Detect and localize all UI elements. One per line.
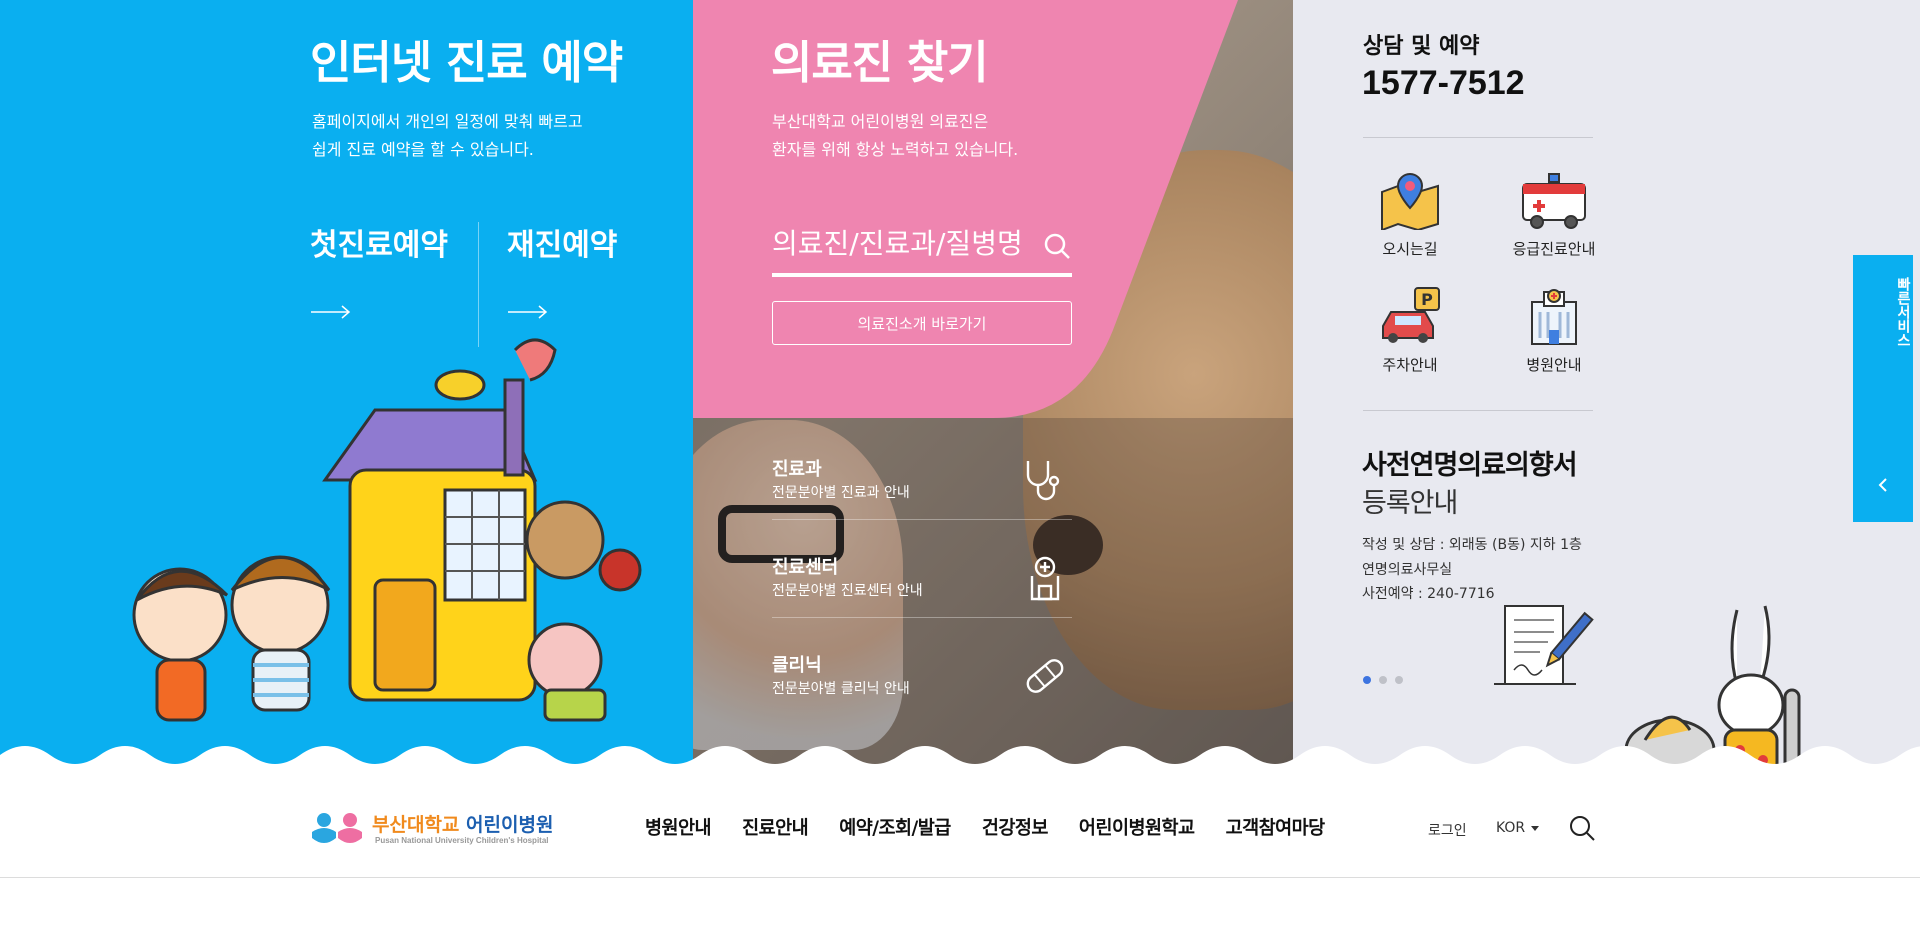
contact-phone: 1577-7512 — [1362, 64, 1525, 102]
service-divider — [772, 519, 1072, 520]
revisit-arrow-icon[interactable] — [508, 305, 548, 319]
hospital-logo[interactable]: 부산대학교 어린이병원 Pusan National University Ch… — [310, 808, 553, 852]
header-search-icon[interactable] — [1568, 814, 1596, 842]
main-nav: 병원안내 진료안내 예약/조회/발급 건강정보 어린이병원학교 고객참여마당 — [645, 814, 1325, 840]
online-reservation-panel: 인터넷 진료 예약 홈페이지에서 개인의 일정에 맞춰 빠르고 쉽게 진료 예약… — [0, 0, 693, 780]
nav-customer[interactable]: 고객참여마당 — [1226, 814, 1326, 840]
online-reservation-desc-1: 홈페이지에서 개인의 일정에 맞춰 빠르고 — [312, 112, 583, 131]
login-link[interactable]: 로그인 — [1428, 820, 1467, 840]
advance-directive-subtitle: 등록안내 — [1362, 488, 1458, 519]
parking-link[interactable]: P 주차안내 — [1350, 286, 1470, 375]
quick-icon-label: 오시는길 — [1382, 240, 1438, 258]
doctor-intro-button[interactable]: 의료진소개 바로가기 — [772, 301, 1072, 345]
first-visit-reservation-link[interactable]: 첫진료예약 — [310, 220, 448, 264]
nav-health-info[interactable]: 건강정보 — [982, 814, 1049, 840]
info-divider — [1363, 410, 1593, 411]
service-title: 진료센터 — [772, 557, 839, 578]
quick-icon-label: 응급진료안내 — [1512, 240, 1596, 258]
medical-center-icon — [1030, 556, 1060, 601]
find-doctor-desc-1: 부산대학교 어린이병원 의료진은 — [772, 112, 989, 131]
stethoscope-icon — [1026, 461, 1060, 501]
service-subtitle: 전문분야별 진료센터 안내 — [772, 583, 923, 599]
doctor-search-input[interactable] — [772, 223, 1032, 263]
service-subtitle: 전문분야별 진료과 안내 — [772, 485, 910, 501]
online-reservation-desc-2: 쉽게 진료 예약을 할 수 있습니다. — [312, 140, 534, 159]
contact-label: 상담 및 예약 — [1363, 34, 1480, 59]
caret-down-icon — [1531, 825, 1540, 831]
advance-directive-info-line: 작성 및 상담 : 외래동 (B동) 지하 1층 — [1362, 537, 1582, 553]
cartoon-house-illustration — [132, 338, 642, 722]
revisit-reservation-link[interactable]: 재진예약 — [507, 220, 617, 264]
slider-dot[interactable] — [1379, 676, 1387, 684]
quick-service-tab[interactable]: 빠른서비스 — [1853, 255, 1913, 522]
doctor-search — [772, 215, 1072, 277]
logo-childrens-hospital: 어린이병원 — [466, 814, 554, 836]
site-header: 부산대학교 어린이병원 Pusan National University Ch… — [0, 780, 1920, 878]
quick-icon-label: 주차안내 — [1382, 356, 1438, 374]
wave-divider — [0, 746, 1920, 780]
search-icon[interactable] — [1042, 231, 1072, 261]
hero-section: 인터넷 진료 예약 홈페이지에서 개인의 일정에 맞춰 빠르고 쉽게 진료 예약… — [0, 0, 1920, 780]
quick-service-label: 빠른서비스 — [1895, 277, 1911, 347]
bandage-icon — [1026, 659, 1064, 693]
service-divider — [772, 617, 1072, 618]
quick-icon-label: 병원안내 — [1526, 356, 1582, 374]
logo-english: Pusan National University Children's Hos… — [375, 836, 549, 845]
ambulance-icon — [1522, 173, 1586, 229]
language-selector[interactable]: KOR — [1496, 820, 1540, 836]
logo-text: 부산대학교 어린이병원 — [372, 810, 553, 837]
service-center[interactable]: 진료센터 전문분야별 진료센터 안내 — [772, 533, 1072, 629]
service-department[interactable]: 진료과 전문분야별 진료과 안내 — [772, 435, 1072, 531]
nav-hospital-school[interactable]: 어린이병원학교 — [1079, 814, 1195, 840]
service-title: 클리닉 — [772, 655, 822, 676]
info-panel — [1293, 0, 1920, 780]
first-visit-arrow-icon[interactable] — [311, 305, 351, 319]
nav-hospital-info[interactable]: 병원안내 — [645, 814, 712, 840]
slider-dot[interactable] — [1395, 676, 1403, 684]
service-subtitle: 전문분야별 클리닉 안내 — [772, 681, 910, 697]
language-value: KOR — [1496, 820, 1526, 836]
nav-reservation[interactable]: 예약/조회/발급 — [839, 814, 951, 840]
logo-mark-icon — [312, 813, 362, 843]
document-pen-icon — [1494, 605, 1594, 685]
hospital-info-link[interactable]: 병원안내 — [1494, 286, 1614, 375]
map-pin-icon — [1381, 172, 1439, 232]
chevron-left-icon — [1878, 478, 1887, 492]
advance-directive-info: 작성 및 상담 : 외래동 (B동) 지하 1층 연명의료사무실 사전예약 : … — [1362, 533, 1582, 607]
info-divider — [1363, 137, 1593, 138]
advance-directive-title: 사전연명의료의향서 — [1362, 450, 1578, 481]
emergency-link[interactable]: 응급진료안내 — [1494, 170, 1614, 259]
advance-directive-info-line: 연명의료사무실 — [1362, 561, 1453, 578]
online-reservation-title: 인터넷 진료 예약 — [310, 36, 623, 89]
svg-text:P: P — [1421, 290, 1433, 309]
find-doctor-desc-2: 환자를 위해 항상 노력하고 있습니다. — [772, 140, 1019, 159]
slider-dot[interactable] — [1363, 676, 1371, 684]
logo-university: 부산대학교 — [372, 814, 460, 836]
directions-link[interactable]: 오시는길 — [1350, 170, 1470, 259]
reservation-divider — [478, 222, 479, 347]
find-doctor-title: 의료진 찾기 — [771, 36, 989, 89]
service-clinic[interactable]: 클리닉 전문분야별 클리닉 안내 — [772, 631, 1072, 727]
nav-treatment-info[interactable]: 진료안내 — [742, 814, 809, 840]
hospital-building-icon — [1531, 289, 1577, 345]
service-title: 진료과 — [772, 459, 822, 480]
parking-car-icon: P — [1382, 287, 1440, 343]
